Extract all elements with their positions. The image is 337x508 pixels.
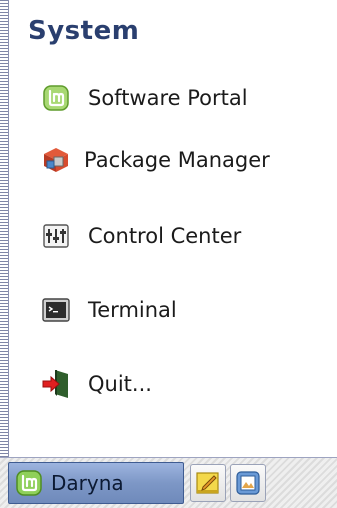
image-viewer-launcher[interactable] [230, 464, 266, 502]
taskbar-window-label: Daryna [51, 471, 124, 495]
menu-item-package-manager[interactable]: Package Manager [40, 138, 337, 182]
menu-section-title: System [28, 16, 140, 46]
menu-item-terminal[interactable]: Terminal [40, 288, 337, 332]
mint-software-icon [40, 82, 72, 114]
menu-item-label: Quit... [88, 372, 152, 396]
image-viewer-icon [235, 470, 261, 496]
taskbar-window-button[interactable]: Daryna [8, 462, 184, 504]
menu-item-control-center[interactable]: Control Center [40, 214, 337, 258]
mint-menu-icon [15, 469, 43, 497]
system-menu: System Software Portal Package Manager C… [0, 0, 337, 458]
menu-edge [0, 0, 9, 458]
quit-icon [40, 368, 72, 400]
menu-item-quit[interactable]: Quit... [40, 362, 337, 406]
text-editor-icon [195, 470, 221, 496]
control-center-icon [40, 220, 72, 252]
menu-item-label: Terminal [88, 298, 177, 322]
text-editor-launcher[interactable] [190, 464, 226, 502]
menu-item-label: Control Center [88, 224, 242, 248]
menu-item-label: Software Portal [88, 86, 248, 110]
terminal-icon [40, 294, 72, 326]
menu-item-software-portal[interactable]: Software Portal [40, 76, 337, 120]
menu-item-label: Package Manager [84, 148, 270, 172]
taskbar: Daryna [0, 458, 337, 508]
package-manager-icon [40, 144, 72, 176]
